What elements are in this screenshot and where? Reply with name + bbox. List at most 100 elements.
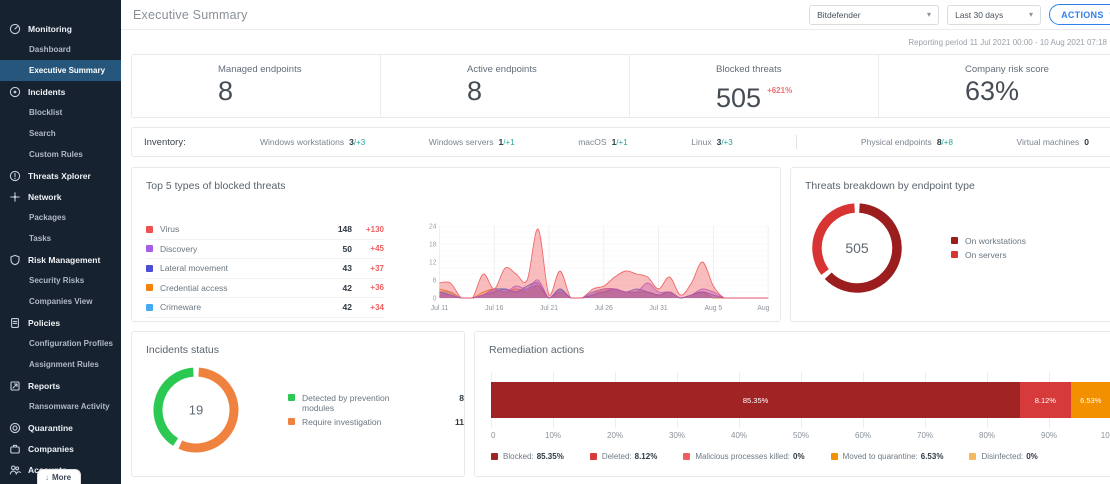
sidebar-item-search[interactable]: Search [0,123,121,144]
metric-label: Company risk score [965,64,1049,75]
sidebar-item-label: Companies [28,443,74,454]
legend-row-on-workstations: On workstations322 [951,236,1110,246]
sidebar-item-reports[interactable]: Reports [0,375,121,396]
legend-swatch [951,237,958,244]
inventory-label: Inventory: [144,136,186,148]
sidebar-item-label: Dashboard [29,45,71,54]
reporting-period-text: Reporting period 11 Jul 2021 00:00 - 10 … [908,37,1107,47]
threats-donut-row: 505 On workstations322 On servers183 [791,198,1110,298]
sidebar-item-network[interactable]: Network [0,186,121,207]
sidebar-item-incidents[interactable]: Incidents [0,81,121,102]
sidebar-item-label: Packages [29,213,66,222]
sidebar-item-assignment-rules[interactable]: Assignment Rules [0,354,121,375]
sidebar-item-label: Assignment Rules [29,360,99,369]
sidebar: Monitoring Dashboard Executive Summary Inci… [0,0,121,484]
company-select-value: Bitdefender [817,9,861,20]
axis-tick-label: 30% [668,431,686,440]
bar-segment-deleted: 8.12% [1020,382,1071,418]
legend-value: 148 [337,224,352,235]
actions-button[interactable]: ACTIONS ▾ [1049,4,1110,25]
sidebar-item-security-risks[interactable]: Security Risks [0,270,121,291]
svg-text:Aug 10: Aug 10 [757,305,772,312]
inventory-delta: /+3 [721,138,733,147]
sidebar-item-dashboard[interactable]: Dashboard [0,39,121,60]
legend-swatch [589,453,597,460]
legend-label: Moved to quarantine: [842,452,918,461]
sidebar-item-label: Threats Xplorer [28,170,91,181]
sidebar-more-button[interactable]: ↓ More [37,469,82,484]
bar-segment-blocked: 85.35% [491,382,1021,418]
accounts-icon [9,464,21,476]
legend-swatch [146,245,153,253]
sidebar-item-threats-xplorer[interactable]: Threats Xplorer [0,165,121,186]
legend-label: Blocked: [503,452,534,461]
svg-text:Jul 31: Jul 31 [650,305,668,312]
sidebar-item-packages[interactable]: Packages [0,207,121,228]
legend-swatch [683,453,691,460]
period-select-value: Last 30 days [955,9,1004,20]
axis-tick-label: 90% [1040,431,1058,440]
legend-swatch [491,453,498,460]
sidebar-item-risk-management[interactable]: Risk Management [0,249,121,270]
inventory-item-windows-servers: Windows servers 1/+1 [428,137,515,147]
sidebar-item-tasks[interactable]: Tasks [0,228,121,249]
sidebar-item-configuration-profiles[interactable]: Configuration Profiles [0,333,121,354]
panel-title: Incidents status [146,344,219,356]
legend-swatch [146,225,153,233]
remediation-stacked-bar: 85.35% 8.12% 6.53% [491,382,1110,418]
legend-row-lateral-movement: Lateral movement 43 +37 [146,259,384,279]
legend-value: 0% [793,452,805,461]
bar-segment-label: 6.53% [1080,395,1102,405]
policies-icon [9,317,21,329]
sidebar-item-policies[interactable]: Policies [0,312,121,333]
legend-delta: +34 [370,302,384,312]
threats-donut-legend: On workstations322 On servers183 [951,232,1110,264]
panel-title: Threats breakdown by endpoint type [805,180,975,192]
legend-entry-malicious-processes-killed: Malicious processes killed: 0% [683,452,805,461]
legend-swatch [288,394,295,401]
legend-delta: +36 [370,283,384,293]
legend-value: 42 [342,302,352,313]
donut-center-value: 505 [845,240,869,256]
legend-label: Discovery [160,243,198,254]
charts-row-2: Incidents status 19 Detected by preventi… [131,331,1110,477]
sidebar-item-custom-rules[interactable]: Custom Rules [0,144,121,165]
sidebar-item-label: Policies [28,317,61,328]
inventory-item-virtual-machines: Virtual machines 0 [1016,137,1089,147]
inventory-item-physical-endpoints: Physical endpoints 8/+8 [860,137,953,147]
sidebar-item-executive-summary[interactable]: Executive Summary [0,60,121,81]
period-select[interactable]: Last 30 days ▾ [947,4,1042,25]
sidebar-item-quarantine[interactable]: Quarantine [0,417,121,438]
sidebar-item-companies-view[interactable]: Companies View [0,291,121,312]
axis-tick-label: 10% [544,431,562,440]
metric-value: 8 [467,76,483,106]
sidebar-item-label: Risk Management [28,254,101,265]
page-title: Executive Summary [133,7,248,22]
sidebar-item-label: Quarantine [28,422,73,433]
axis-tick-label: 100% [1100,431,1110,440]
sidebar-item-monitoring[interactable]: Monitoring [0,18,121,39]
axis-tick-label: 50% [792,431,810,440]
legend-row-crimeware: Crimeware 42 +34 [146,298,384,318]
legend-label: On workstations [965,236,1026,246]
sidebar-more-label: More [52,473,72,482]
incidents-icon [9,86,21,98]
legend-value: 43 [342,263,352,274]
legend-row-discovery: Discovery 50 +45 [146,240,384,259]
legend-delta: +130 [365,224,384,234]
legend-row-on-servers: On servers183 [951,250,1110,260]
sidebar-item-label: Configuration Profiles [29,339,113,348]
sidebar-item-label: Custom Rules [29,150,83,159]
main-content: Executive Summary Bitdefender ▾ Last 30 … [121,0,1110,484]
legend-delta: +37 [370,263,384,273]
company-select[interactable]: Bitdefender ▾ [809,4,940,25]
legend-swatch [951,251,958,258]
legend-label: Lateral movement [160,263,229,274]
legend-label: Require investigation [302,417,382,427]
sidebar-item-blocklist[interactable]: Blocklist [0,102,121,123]
legend-swatch [146,303,153,311]
sidebar-item-ransomware-activity[interactable]: Ransomware Activity [0,396,121,417]
chevron-down-icon: ▾ [927,10,932,19]
legend-label: On servers [965,250,1007,260]
sidebar-item-companies[interactable]: Companies [0,438,121,459]
